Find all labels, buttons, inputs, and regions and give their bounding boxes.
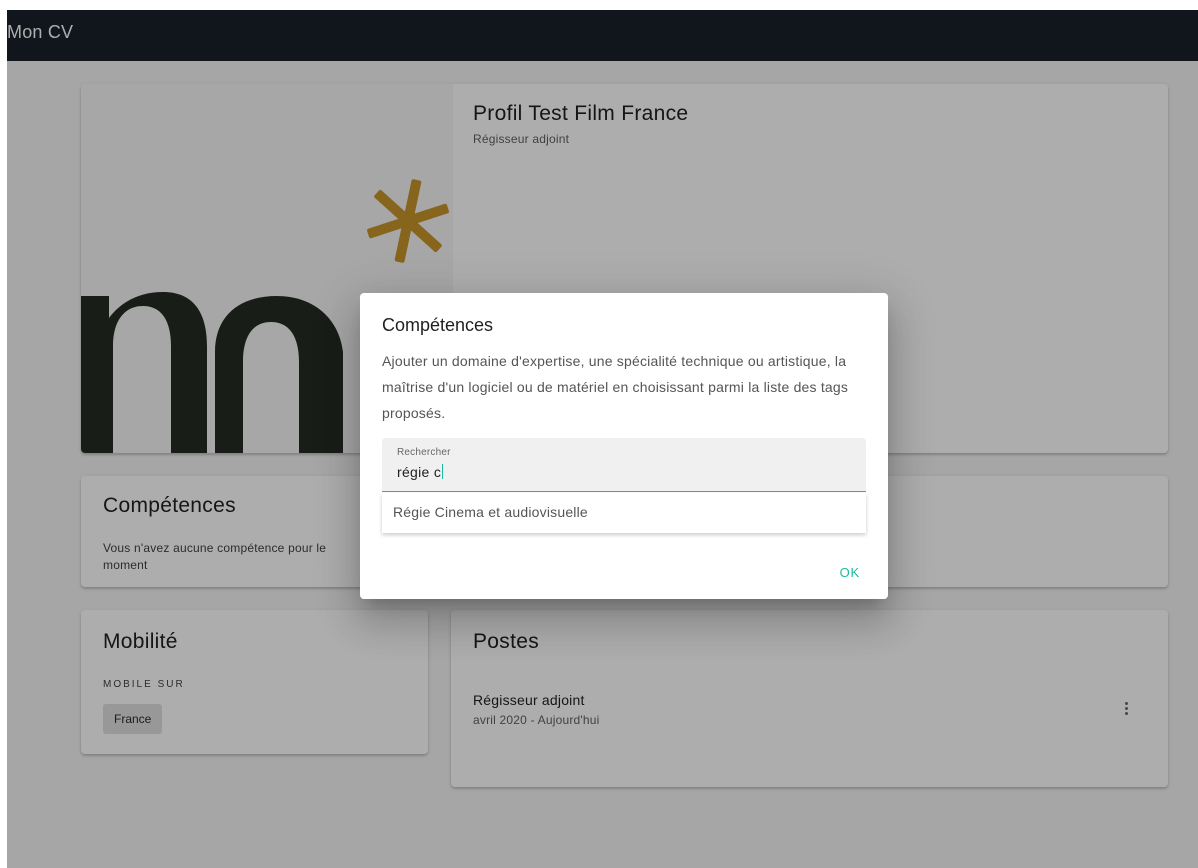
autocomplete-option[interactable]: Régie Cinema et audiovisuelle — [393, 504, 588, 520]
text-caret — [442, 464, 444, 479]
search-label: Rechercher — [397, 447, 451, 458]
app-frame: Mon CV Profil Test Film France Régisseur… — [7, 10, 1198, 868]
autocomplete-panel: Régie Cinema et audiovisuelle — [382, 493, 866, 533]
dialog-description: Ajouter un domaine d'expertise, une spéc… — [382, 353, 849, 421]
ok-button[interactable]: OK — [824, 557, 876, 589]
dialog-title: Compétences — [382, 315, 494, 335]
skills-dialog: Compétences Ajouter un domaine d'experti… — [360, 293, 888, 599]
search-field[interactable]: Rechercher régie c — [382, 438, 866, 492]
search-value: régie c — [397, 464, 442, 480]
search-input[interactable]: régie c — [397, 464, 444, 480]
